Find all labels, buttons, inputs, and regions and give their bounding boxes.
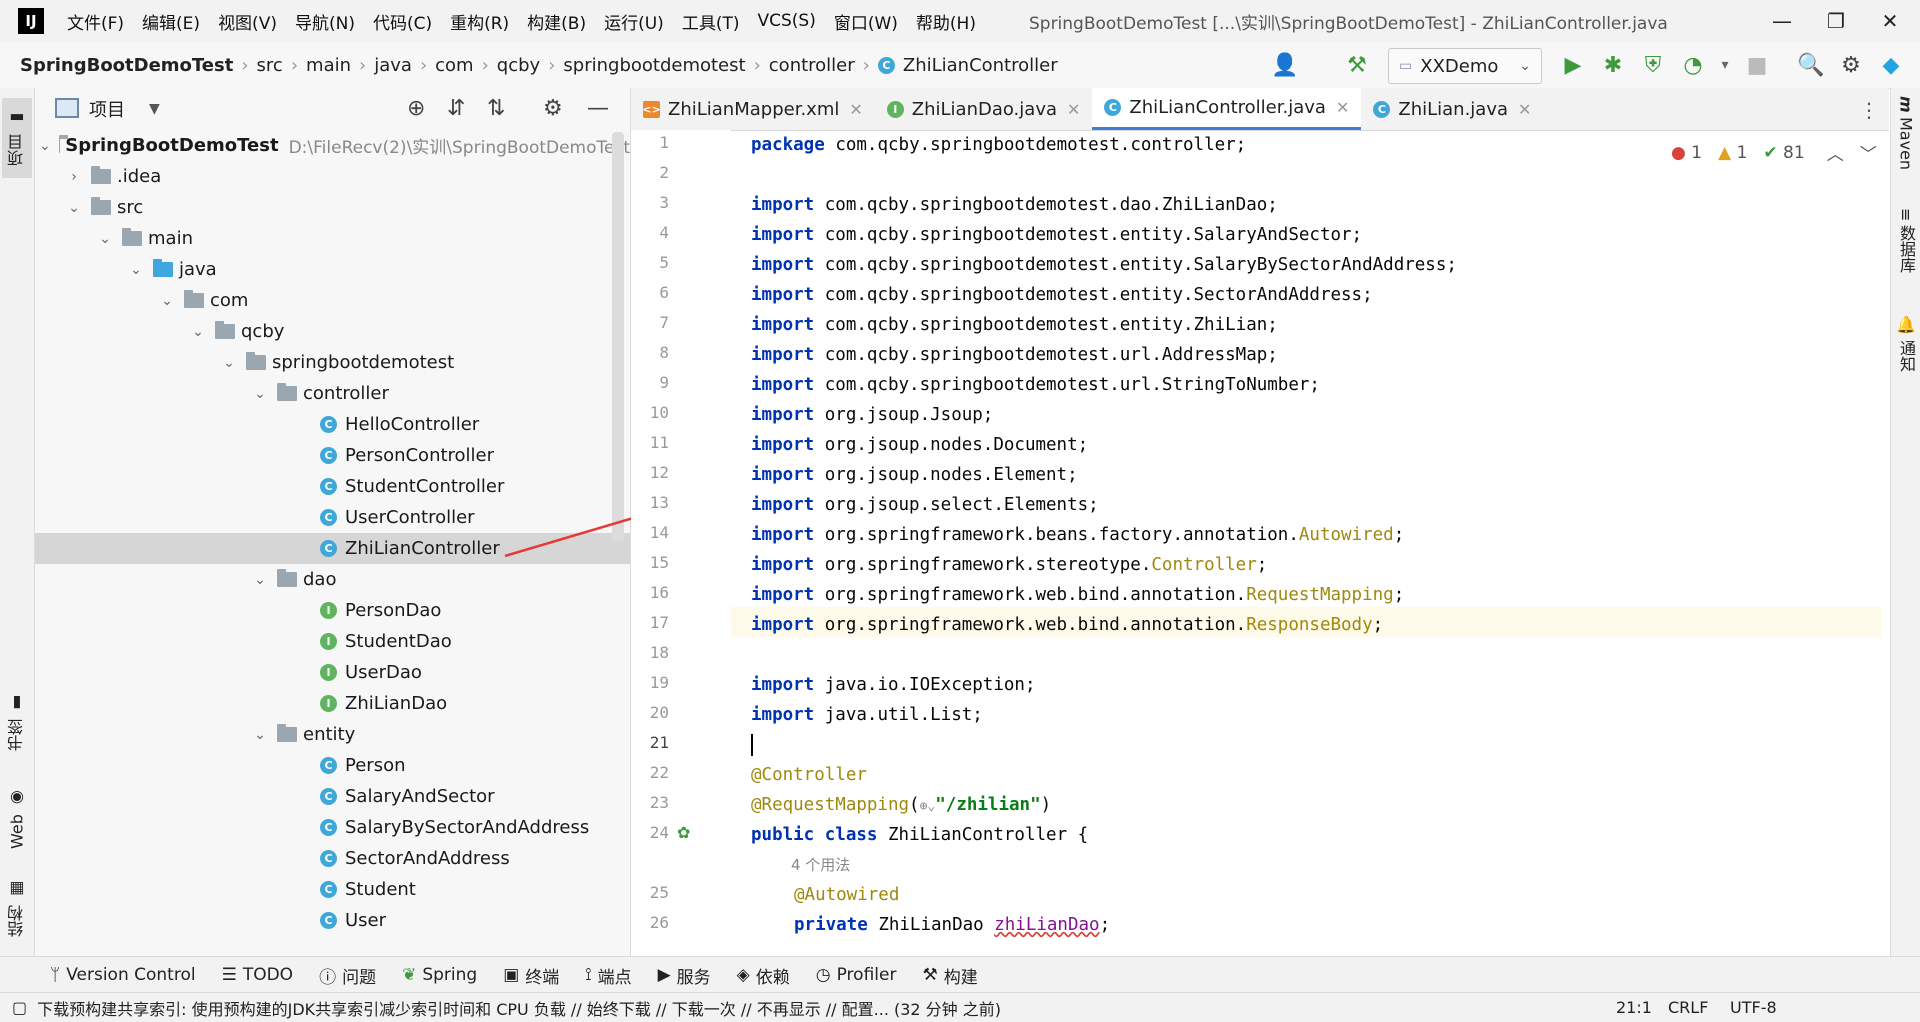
code-line-4: import com.qcby.springbootdemotest.entit… [751,225,1363,245]
check-icon: ✔ [1763,142,1778,163]
line-separator[interactable]: CRLF [1668,998,1708,1017]
branch-icon: ᛘ [50,965,61,985]
tool-terminal[interactable]: ▣ 终端 [503,963,559,988]
code-line-23: @RequestMapping(⊕⌄"/zhilian") [751,795,1052,815]
info-icon: ⓘ [319,967,337,988]
code-line-10: import org.jsoup.Jsoup; [751,405,994,425]
xml-icon: <> [642,100,661,118]
code-line-8: import com.qcby.springbootdemotest.url.A… [751,345,1278,365]
tool-dependencies[interactable]: ◈ 依赖 [737,963,790,988]
code-line-16: import org.springframework.web.bind.anno… [751,585,1405,605]
terminal-icon: ▣ [503,965,520,985]
code-line-17: import org.springframework.web.bind.anno… [751,615,1384,635]
services-icon: ▶ [657,965,671,985]
more-tabs-icon[interactable]: ⋮ [1859,98,1879,122]
code-line-13: import org.jsoup.select.Elements; [751,495,1099,515]
caret-position[interactable]: 21:1 [1616,998,1652,1017]
tool-todo[interactable]: ☰ TODO [222,965,294,985]
warning-count: 1 [1736,142,1748,163]
close-icon[interactable]: ✕ [1067,100,1080,119]
status-message[interactable]: 下载预构建共享索引: 使用预构建的JDK共享索引减少索引时间和 CPU 负载 /… [37,996,1001,1020]
tab-zhiliandao[interactable]: I ZhiLianDao.java ✕ [875,88,1093,130]
tool-version-control[interactable]: ᛘ Version Control [50,965,196,985]
tab-zhilianmapper[interactable]: <> ZhiLianMapper.xml ✕ [631,88,875,130]
code-line-12: import org.jsoup.nodes.Element; [751,465,1078,485]
close-icon[interactable]: ✕ [849,100,862,119]
tool-build[interactable]: ⚒ 构建 [922,963,977,988]
editor-tabs: <> ZhiLianMapper.xml ✕ I ZhiLianDao.java ✕ C… [631,88,1889,131]
tool-endpoints[interactable]: ⟟ 端点 [585,963,631,988]
code-line-25: @Autowired [794,885,900,905]
spring-bean-icon[interactable]: ✿ [677,823,690,842]
inspection-widget[interactable]: ● 1 ▲ 1 ✔ 81 ︿ ﹀ [1671,140,1877,166]
code-line-3: import com.qcby.springbootdemotest.dao.Z… [751,195,1278,215]
line-number-gutter: 1 2 3 4 5 6 7 8 9 10 11 12 13 14 15 16 1… [631,130,731,956]
code-line-26: private ZhiLianDao zhiLianDao; [794,915,1111,935]
code-line-22: @Controller [751,765,867,785]
tab-zhiliancontroller[interactable]: C ZhiLianController.java ✕ [1092,88,1362,130]
code-line-7: import com.qcby.springbootdemotest.entit… [751,315,1278,335]
text-cursor [751,730,753,760]
class-icon: C [1104,99,1122,116]
error-icon: ● [1671,142,1686,163]
url-link-icon[interactable]: ⊕⌄ [920,799,936,814]
status-bar: ▢ 下载预构建共享索引: 使用预构建的JDK共享索引减少索引时间和 CPU 负载… [0,992,1920,1022]
hammer-icon: ⚒ [922,965,938,985]
close-icon[interactable]: ✕ [1336,98,1349,117]
tool-problems[interactable]: ⓘ 问题 [319,963,376,988]
code-line-11: import org.jsoup.nodes.Document; [751,435,1089,455]
code-line-15: import org.springframework.stereotype.Co… [751,555,1268,575]
close-icon[interactable]: ✕ [1518,100,1531,119]
code-line-19: import java.io.IOException; [751,675,1036,695]
list-icon: ☰ [221,965,237,985]
code-editor[interactable]: <> ZhiLianMapper.xml ✕ I ZhiLianDao.java ✕ C… [631,88,1889,956]
ok-count: 81 [1783,142,1805,163]
code-line-1: package com.qcby.springbootdemotest.cont… [751,135,1247,155]
warning-icon: ▲ [1718,142,1732,163]
class-icon: C [1373,100,1391,118]
tab-zhilian[interactable]: C ZhiLian.java ✕ [1361,88,1543,130]
error-count: 1 [1691,142,1703,163]
code-line-9: import com.qcby.springbootdemotest.url.S… [751,375,1320,395]
usages-hint[interactable]: 4 个用法 [791,850,850,880]
tool-services[interactable]: ▶ 服务 [658,963,711,988]
code-line-20: import java.util.List; [751,705,983,725]
tool-profiler[interactable]: ◷ Profiler [816,965,897,985]
layers-icon: ◈ [736,965,750,985]
chevron-up-icon[interactable]: ︿ [1827,140,1844,165]
panel-toggle-icon[interactable]: ▢ [12,998,27,1017]
tool-spring[interactable]: ❦ Spring [402,965,477,985]
file-encoding[interactable]: UTF-8 [1730,998,1777,1017]
chevron-down-icon[interactable]: ﹀ [1860,140,1877,165]
profiler-icon: ◷ [815,965,831,985]
interface-icon: I [886,100,904,118]
code-line-6: import com.qcby.springbootdemotest.entit… [751,285,1373,305]
code-line-14: import org.springframework.beans.factory… [751,525,1405,545]
tool-window-bar: ᛘ Version Control ☰ TODO ⓘ 问题 ❦ Spring ▣ 终端 ⟟… [0,956,1920,993]
code-line-24: public class ZhiLianController { [751,825,1089,845]
endpoints-icon: ⟟ [585,965,592,985]
spring-icon: ❦ [402,965,417,985]
code-line-5: import com.qcby.springbootdemotest.entit… [751,255,1457,275]
